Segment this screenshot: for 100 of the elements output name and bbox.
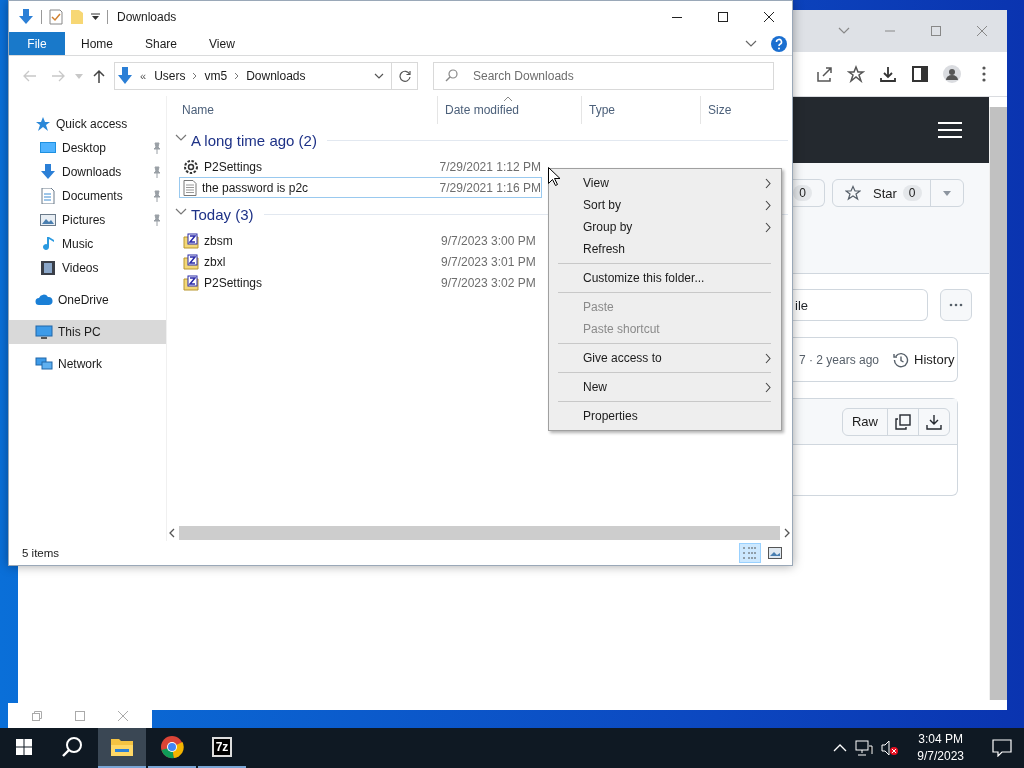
- breadcrumb-item[interactable]: Downloads: [246, 69, 306, 83]
- browser-icon: [160, 735, 184, 759]
- archiver-button[interactable]: 7z: [198, 728, 246, 768]
- file-name: zbsm: [204, 233, 233, 248]
- pin-icon[interactable]: [152, 214, 162, 226]
- search-field[interactable]: Search Downloads: [433, 62, 774, 90]
- column-header[interactable]: Size: [700, 96, 792, 124]
- pin-icon[interactable]: [152, 166, 162, 178]
- nav-item[interactable]: Downloads: [9, 160, 166, 184]
- download-arrow-icon: [40, 164, 56, 180]
- commit-info: 7 · 2 years ago: [799, 352, 880, 367]
- menu-item[interactable]: Properties: [549, 405, 781, 427]
- column-header[interactable]: Type: [581, 96, 700, 124]
- notifications-icon[interactable]: [992, 739, 1012, 757]
- file-explorer-button[interactable]: [98, 728, 146, 768]
- file-row[interactable]: zbxl 9/7/2023 3:01 PM: [179, 251, 542, 272]
- breadcrumb-item[interactable]: vm5: [204, 69, 228, 83]
- ribbon-tab[interactable]: View: [193, 32, 251, 55]
- close-icon[interactable]: [764, 11, 774, 22]
- network-icon: [35, 357, 53, 371]
- window-title: Downloads: [117, 9, 177, 24]
- up-arrow-icon[interactable]: [93, 69, 105, 83]
- scrollbar[interactable]: [989, 107, 1007, 700]
- avatar-icon[interactable]: [943, 65, 961, 83]
- download-arrow-icon[interactable]: [18, 8, 34, 25]
- network-icon[interactable]: [855, 740, 874, 756]
- breadcrumb-item[interactable]: Users: [154, 69, 186, 83]
- overflow-chevrons[interactable]: «: [140, 70, 147, 82]
- file-name: zbxl: [204, 254, 226, 269]
- column-header[interactable]: Name: [175, 96, 437, 124]
- date-cell: 7/29/2021 1:16 PM: [439, 180, 541, 195]
- item-count: 5 items: [22, 547, 60, 559]
- date-cell: 9/7/2023 3:01 PM: [441, 254, 536, 269]
- computer-icon: [35, 325, 53, 339]
- clock[interactable]: 3:04 PM 9/7/2023: [911, 731, 970, 765]
- pin-icon[interactable]: [152, 142, 162, 154]
- scroll-right-icon[interactable]: [784, 528, 790, 538]
- menu-item[interactable]: Give access to: [549, 347, 781, 369]
- customize-caret-icon[interactable]: [91, 12, 100, 21]
- nav-item[interactable]: Videos: [9, 256, 166, 280]
- scrollbar-thumb[interactable]: [179, 526, 780, 540]
- nav-item[interactable]: Pictures: [9, 208, 166, 232]
- archive-file-icon: [183, 253, 199, 270]
- history-button[interactable]: History: [893, 351, 955, 368]
- document-icon: [40, 188, 56, 204]
- chevron-up-icon[interactable]: [833, 744, 848, 752]
- menu-item[interactable]: Group by: [549, 216, 781, 238]
- picture-icon: [768, 547, 782, 559]
- star-button[interactable]: Star 0: [832, 179, 964, 207]
- menu-item[interactable]: New: [549, 376, 781, 398]
- help-icon[interactable]: [771, 35, 787, 52]
- chevron-down-icon[interactable]: [745, 39, 757, 48]
- pin-icon[interactable]: [152, 190, 162, 202]
- star-outline-icon[interactable]: [847, 65, 865, 83]
- menu-item[interactable]: Refresh: [549, 238, 781, 260]
- side-panel-icon[interactable]: [911, 65, 929, 83]
- date-cell: 7/29/2021 1:12 PM: [439, 159, 541, 174]
- group-header[interactable]: Today (3): [191, 205, 254, 223]
- folder-icon: [110, 737, 134, 757]
- cursor-icon: [548, 167, 560, 186]
- download-icon[interactable]: [879, 65, 897, 83]
- scroll-left-icon[interactable]: [169, 528, 175, 538]
- windows-logo-icon: [16, 739, 32, 755]
- file-menu-button[interactable]: File: [9, 32, 65, 55]
- chevron-down-icon[interactable]: [374, 73, 384, 79]
- refresh-button[interactable]: [392, 62, 418, 90]
- nav-item[interactable]: Documents: [9, 184, 166, 208]
- properties-icon[interactable]: [49, 8, 63, 25]
- file-row[interactable]: the password is p2c 7/29/2021 1:16 PM: [179, 177, 542, 198]
- ribbon-tab[interactable]: Home: [65, 32, 129, 55]
- maximize-icon[interactable]: [718, 11, 728, 22]
- archive-file-icon: [183, 232, 199, 249]
- chevron-right-icon[interactable]: [192, 72, 198, 80]
- nav-item[interactable]: Music: [9, 232, 166, 256]
- share-icon[interactable]: [815, 65, 833, 83]
- file-row[interactable]: zbsm 9/7/2023 3:00 PM: [179, 230, 542, 251]
- date-cell: 9/7/2023 3:02 PM: [441, 275, 536, 290]
- nav-item[interactable]: Quick access: [9, 112, 166, 136]
- file-field[interactable]: ile: [793, 289, 928, 321]
- nav-item[interactable]: OneDrive: [9, 288, 166, 312]
- nav-item[interactable]: Network: [9, 352, 166, 376]
- nav-item[interactable]: This PC: [9, 320, 166, 344]
- file-row[interactable]: P2Settings 9/7/2023 3:02 PM: [179, 272, 542, 293]
- sort-caret-icon[interactable]: [504, 96, 512, 101]
- hamburger-menu-icon[interactable]: [937, 120, 963, 140]
- address-bar[interactable]: « Users vm5 Downloads: [114, 62, 392, 90]
- star-label: Star: [873, 185, 897, 201]
- group-header[interactable]: A long time ago (2): [191, 131, 317, 149]
- volume-muted-icon[interactable]: [881, 740, 900, 756]
- text-file-icon: [183, 179, 197, 196]
- chevron-right-icon[interactable]: [234, 72, 240, 80]
- column-header[interactable]: Date modified: [437, 96, 581, 124]
- nav-item[interactable]: Desktop: [9, 136, 166, 160]
- file-name: P2Settings: [204, 275, 263, 290]
- menu-item[interactable]: Customize this folder...: [549, 267, 781, 289]
- date-cell: 9/7/2023 3:00 PM: [441, 233, 536, 248]
- caret-down-icon[interactable]: [943, 190, 951, 196]
- file-row[interactable]: P2Settings 7/29/2021 1:12 PM: [179, 156, 542, 177]
- ribbon-tab[interactable]: Share: [129, 32, 194, 55]
- clock-icon: [893, 351, 910, 368]
